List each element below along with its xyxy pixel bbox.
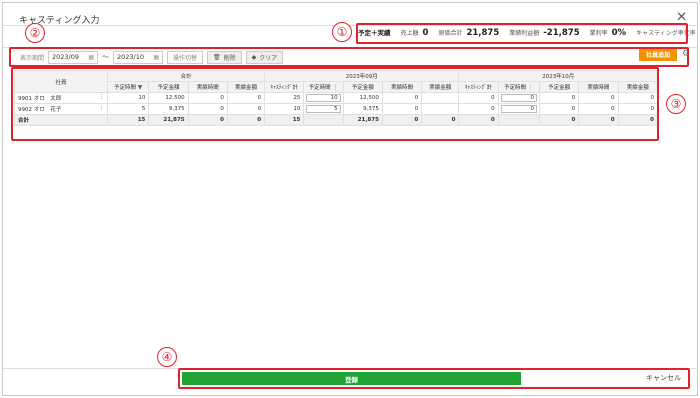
- callout-number-2: ②: [25, 23, 45, 43]
- callout-box-1: [356, 23, 688, 44]
- callout-number-3: ③: [666, 94, 686, 114]
- callout-box-4: [178, 368, 690, 389]
- callout-number-1: ①: [332, 22, 352, 42]
- callout-box-3: [11, 67, 659, 141]
- callout-number-4: ④: [157, 347, 177, 367]
- callout-box-2: [9, 47, 689, 67]
